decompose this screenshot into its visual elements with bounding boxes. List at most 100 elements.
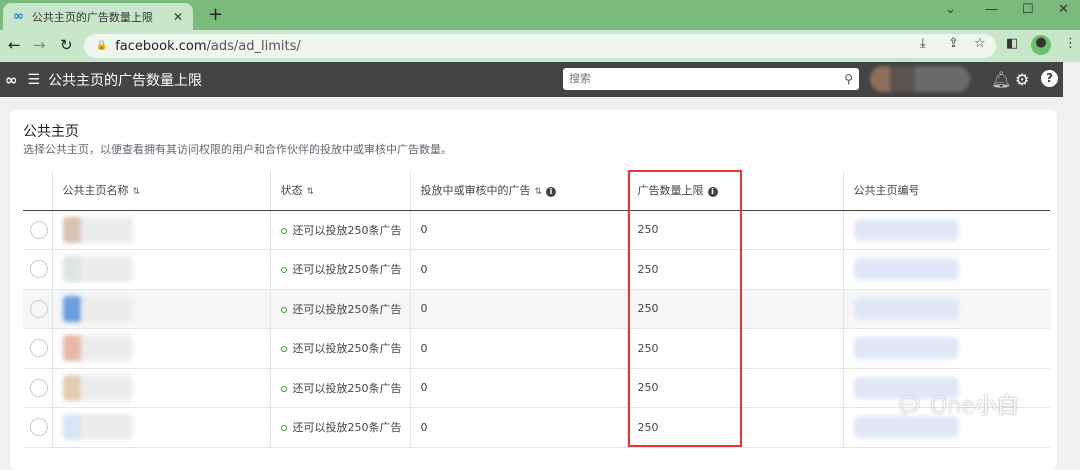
back-icon[interactable]: ← bbox=[8, 36, 21, 54]
page-id-cell bbox=[843, 328, 1050, 369]
select-cell bbox=[23, 210, 53, 250]
page-id-blurred bbox=[853, 258, 959, 281]
bell-icon[interactable]: 🔔︎ bbox=[991, 70, 1011, 89]
status-cell: 还可以投放250条广告 bbox=[270, 249, 411, 290]
status-dot-icon bbox=[280, 267, 287, 274]
page-name-cell bbox=[52, 407, 271, 448]
row-radio[interactable] bbox=[30, 418, 48, 437]
active-ads-cell: 0 bbox=[410, 289, 628, 329]
sort-icon[interactable]: ⇅ bbox=[307, 187, 315, 197]
url-host: facebook.com bbox=[115, 38, 207, 54]
watermark: 💬︎ One小白 bbox=[895, 388, 1019, 420]
gear-icon[interactable]: ⚙ bbox=[1015, 70, 1029, 89]
watermark-text: One小白 bbox=[929, 394, 1019, 419]
forward-icon[interactable]: → bbox=[33, 36, 46, 54]
select-cell bbox=[23, 407, 53, 448]
status-text: 还可以投放250条广告 bbox=[292, 223, 402, 237]
column-header-page-id: 公共主页编号 bbox=[843, 170, 1050, 211]
status-dot-icon bbox=[280, 425, 287, 432]
column-header-status[interactable]: 状态 ⇅ bbox=[270, 170, 411, 211]
status-dot-icon bbox=[280, 346, 287, 353]
address-bar[interactable]: 🔒 facebook.com/ads/ad_limits/ bbox=[84, 34, 996, 58]
highlight-box bbox=[628, 170, 742, 447]
page-id-blurred bbox=[853, 218, 959, 241]
active-ads-cell: 0 bbox=[410, 328, 628, 369]
page-name-cell bbox=[52, 328, 271, 369]
close-window-icon[interactable]: ✕ bbox=[1058, 2, 1069, 17]
page-name-blurred bbox=[62, 374, 133, 401]
page-name-blurred bbox=[62, 335, 133, 362]
install-icon[interactable]: ⤓ bbox=[920, 36, 926, 51]
page-id-cell bbox=[843, 289, 1050, 329]
status-dot-icon bbox=[280, 227, 287, 234]
status-text: 还可以投放250条广告 bbox=[292, 342, 402, 356]
page-id-blurred bbox=[853, 337, 959, 360]
row-radio[interactable] bbox=[30, 220, 48, 239]
table-row[interactable]: 还可以投放250条广告 0 250 bbox=[23, 210, 1050, 250]
scrollbar[interactable] bbox=[1063, 62, 1080, 451]
url-path: /ads/ad_limits/ bbox=[206, 38, 301, 54]
active-ads-cell: 0 bbox=[410, 407, 628, 448]
row-radio[interactable] bbox=[30, 339, 48, 358]
meta-logo-icon[interactable]: ∞ bbox=[5, 71, 18, 89]
page-name-blurred bbox=[62, 256, 133, 283]
share-icon[interactable]: ⇪ bbox=[948, 36, 959, 51]
select-cell bbox=[23, 289, 53, 329]
row-radio[interactable] bbox=[30, 378, 48, 397]
active-ads-cell: 0 bbox=[410, 368, 628, 408]
star-icon[interactable]: ☆ bbox=[974, 36, 986, 51]
card-title: 公共主页 bbox=[23, 124, 79, 140]
table-row[interactable]: 还可以投放250条广告 0 250 bbox=[23, 249, 1050, 290]
browser-tab[interactable]: ∞ 公共主页的广告数量上限 ✕ bbox=[3, 3, 193, 30]
column-header-name[interactable]: 公共主页名称 ⇅ bbox=[52, 170, 271, 211]
help-icon[interactable]: ? bbox=[1041, 70, 1058, 87]
status-text: 还可以投放250条广告 bbox=[292, 263, 402, 277]
page-name-cell bbox=[52, 210, 271, 250]
page-name-blurred bbox=[62, 216, 133, 243]
active-ads-cell: 0 bbox=[410, 210, 628, 250]
close-tab-icon[interactable]: ✕ bbox=[173, 10, 183, 24]
row-radio[interactable] bbox=[30, 299, 48, 318]
lock-icon: 🔒 bbox=[96, 41, 108, 51]
profile-icon[interactable]: ● bbox=[1031, 35, 1051, 55]
select-column-header bbox=[23, 170, 53, 211]
row-radio[interactable] bbox=[30, 260, 48, 279]
page-name-cell bbox=[52, 368, 271, 408]
column-label: 公共主页名称 bbox=[62, 183, 129, 197]
select-cell bbox=[23, 368, 53, 408]
tab-title: 公共主页的广告数量上限 bbox=[31, 10, 153, 24]
search-input[interactable] bbox=[569, 73, 845, 85]
column-header-active-ads[interactable]: 投放中或审核中的广告 ⇅ i bbox=[410, 170, 628, 211]
hamburger-menu-icon[interactable]: ☰ bbox=[28, 72, 41, 88]
menu-kebab-icon[interactable]: ⋮ bbox=[1064, 36, 1077, 51]
card-subtitle: 选择公共主页，以便查看拥有其访问权限的用户和合作伙伴的投放中或审核中广告数量。 bbox=[23, 143, 452, 156]
status-dot-icon bbox=[280, 385, 287, 392]
account-switcher[interactable] bbox=[870, 66, 970, 92]
page-id-blurred bbox=[853, 297, 959, 320]
maximize-icon[interactable]: ☐ bbox=[1022, 2, 1034, 17]
reload-icon[interactable]: ↻ bbox=[60, 36, 73, 54]
page-id-cell bbox=[843, 210, 1050, 250]
sort-icon[interactable]: ⇅ bbox=[133, 187, 141, 197]
info-icon[interactable]: i bbox=[546, 186, 557, 197]
page-title: 公共主页的广告数量上限 bbox=[48, 72, 203, 89]
page-name-cell bbox=[52, 289, 271, 329]
table-row[interactable]: 还可以投放250条广告 0 250 bbox=[23, 328, 1050, 369]
minimize-icon[interactable]: — bbox=[985, 2, 998, 17]
search-box[interactable]: ⚲ bbox=[563, 68, 859, 90]
column-label: 公共主页编号 bbox=[853, 183, 920, 197]
status-text: 还可以投放250条广告 bbox=[292, 302, 402, 316]
side-panel-icon[interactable]: ◧ bbox=[1006, 36, 1018, 51]
status-text: 还可以投放250条广告 bbox=[292, 381, 402, 395]
sort-icon[interactable]: ⇅ bbox=[535, 187, 543, 197]
page-name-blurred bbox=[62, 295, 133, 322]
select-cell bbox=[23, 249, 53, 290]
page-name-cell bbox=[52, 249, 271, 290]
table-row[interactable]: 还可以投放250条广告 0 250 bbox=[23, 289, 1050, 329]
page-name-blurred bbox=[62, 414, 133, 441]
tab-search-icon[interactable]: ⌄ bbox=[945, 2, 956, 17]
meta-icon: ∞ bbox=[13, 9, 24, 24]
search-icon[interactable]: ⚲ bbox=[844, 72, 853, 86]
page-id-cell bbox=[843, 249, 1050, 290]
new-tab-icon[interactable]: + bbox=[208, 4, 223, 25]
